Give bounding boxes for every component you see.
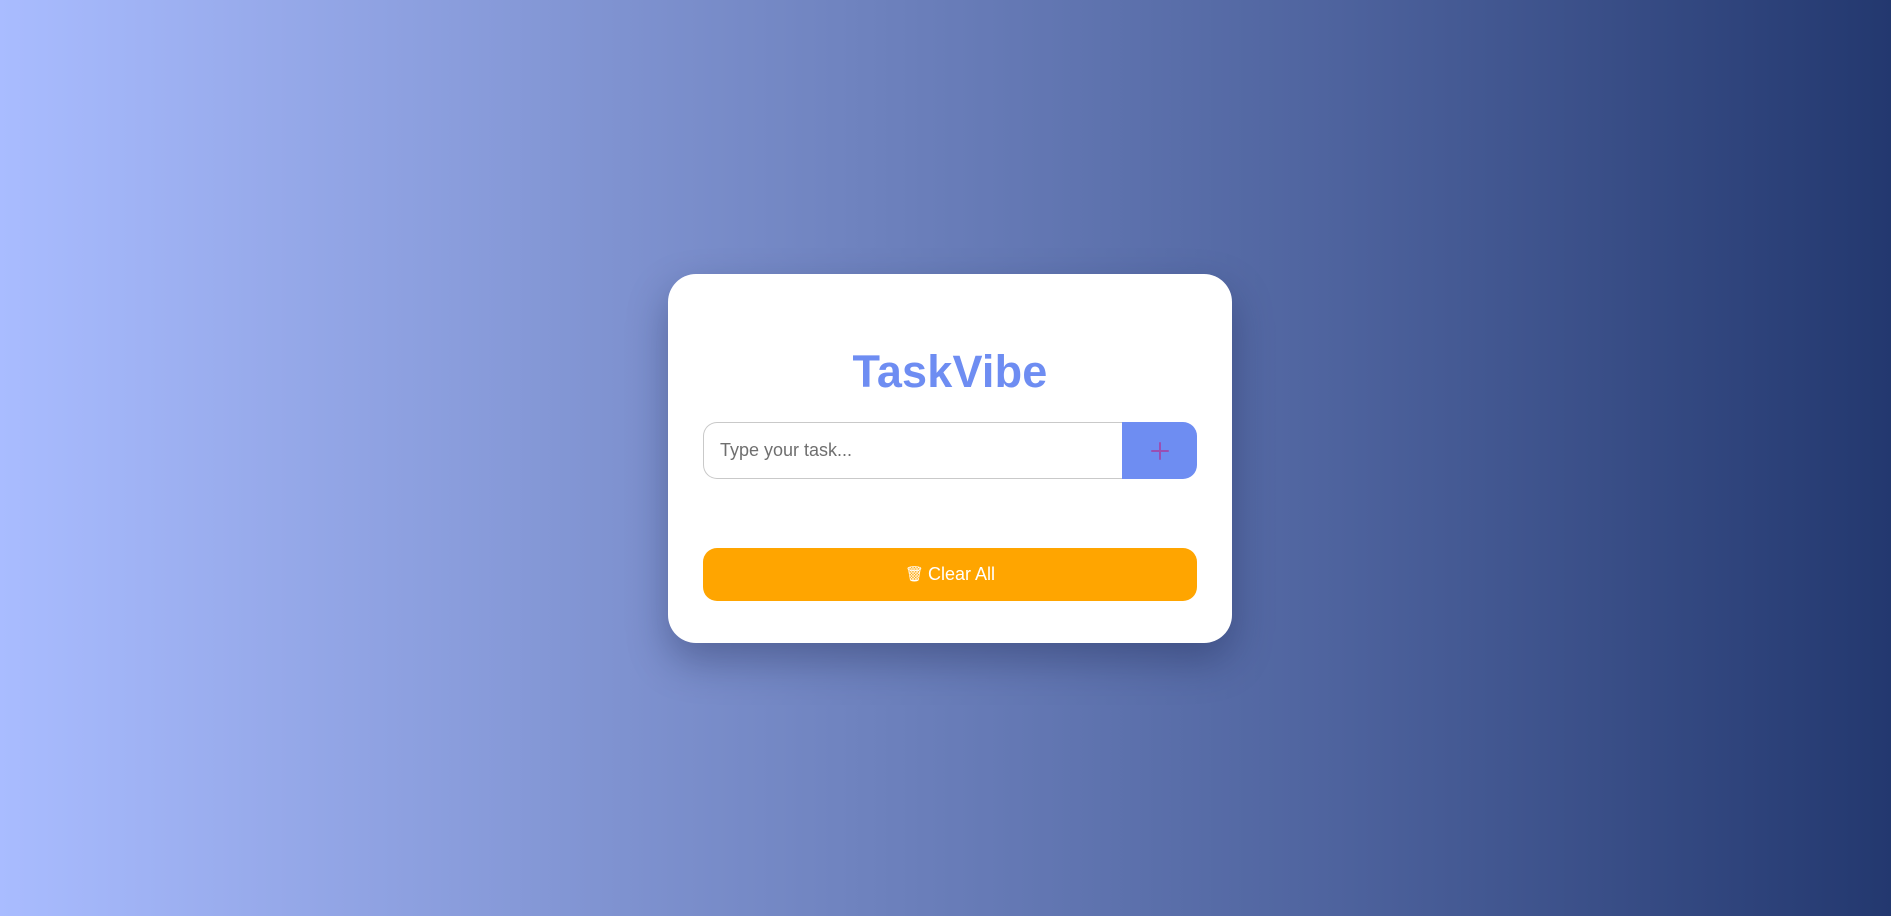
task-card: TaskVibe 🗑 Clear All — [668, 274, 1232, 643]
add-task-button[interactable] — [1122, 422, 1197, 479]
task-input[interactable] — [703, 422, 1122, 479]
clear-all-label: Clear All — [928, 564, 996, 584]
app-title: TaskVibe — [852, 346, 1048, 397]
plus-icon — [1150, 441, 1169, 460]
trash-icon: 🗑 — [904, 566, 924, 583]
task-input-row — [703, 422, 1197, 479]
clear-all-button[interactable]: 🗑 Clear All — [703, 548, 1197, 601]
